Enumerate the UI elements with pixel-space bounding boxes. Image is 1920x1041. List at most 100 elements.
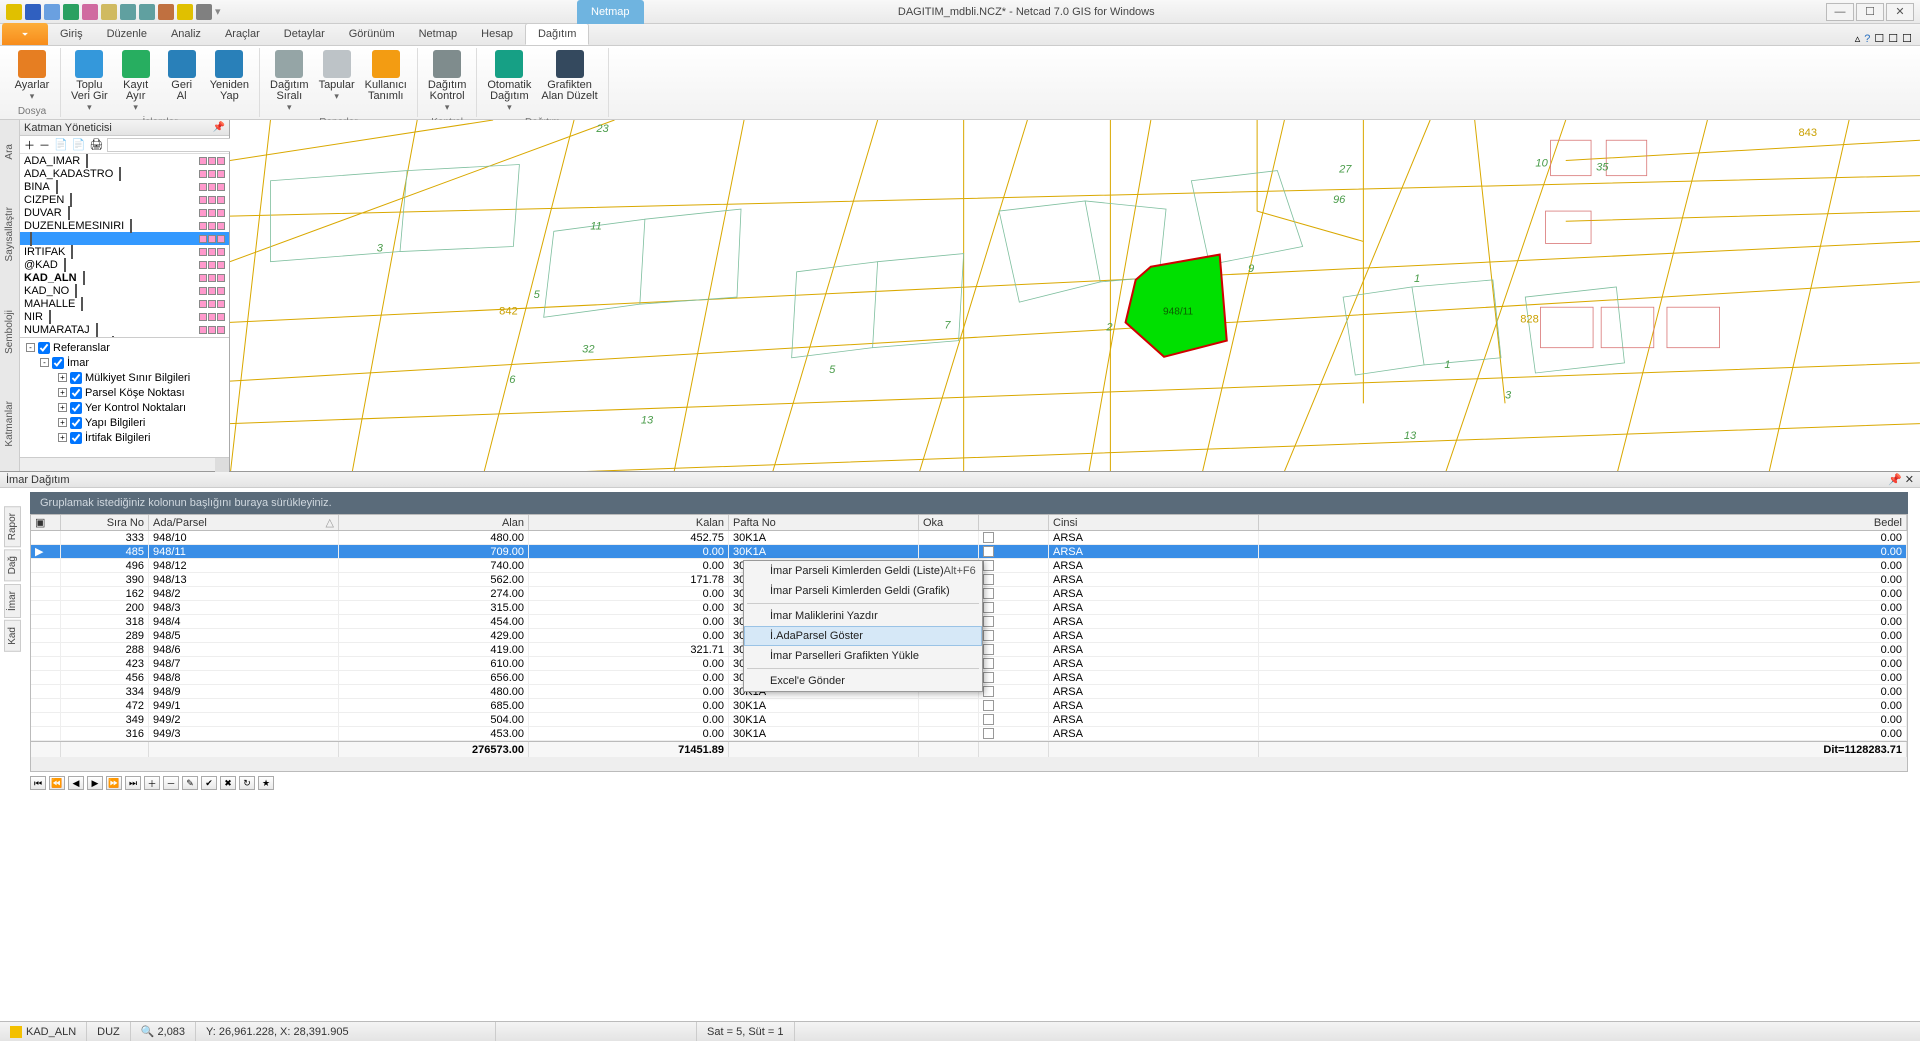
side-tab-semboloji[interactable]: Semboloji — [4, 310, 15, 354]
nav-commit-icon[interactable]: ✔ — [201, 776, 217, 790]
ribbon-tab-dağıtım[interactable]: Dağıtım — [525, 23, 590, 45]
grid-header[interactable]: ▣Sıra NoAda/Parsel △AlanKalanPafta NoOka… — [31, 515, 1907, 531]
nav-next-icon[interactable]: ▶ — [87, 776, 103, 790]
minimize-button[interactable]: — — [1826, 3, 1854, 21]
qat-run-icon[interactable] — [63, 4, 79, 20]
side-tab-kad[interactable]: Kad — [4, 620, 21, 652]
ribbon-tab-hesap[interactable]: Hesap — [469, 23, 525, 45]
qat-cross-icon[interactable] — [196, 4, 212, 20]
help-icon[interactable]: ? — [1864, 33, 1870, 45]
qat-print-icon[interactable] — [44, 4, 60, 20]
file-tab[interactable] — [2, 23, 48, 45]
tree-node-mülkiyet-sınır-bilgileri[interactable]: +Mülkiyet Sınır Bilgileri — [22, 370, 227, 385]
tree-node-i̇rtifak-bilgileri[interactable]: +İrtifak Bilgileri — [22, 430, 227, 445]
ribbon-btn-otomatik-dağıtım[interactable]: OtomatikDağıtım▾ — [483, 48, 535, 115]
maximize-button[interactable]: ☐ — [1856, 3, 1884, 21]
tree-checkbox[interactable] — [70, 372, 82, 384]
nav-cancel-icon[interactable]: ✖ — [220, 776, 236, 790]
add-layer-icon[interactable]: ＋ — [24, 137, 35, 153]
table-row[interactable]: 316949/3453.000.0030K1AARSA0.00 — [31, 727, 1907, 741]
oka-checkbox[interactable] — [983, 686, 994, 697]
rib-close-icon[interactable]: ☐ — [1902, 32, 1912, 45]
ribbon-tab-netmap[interactable]: Netmap — [407, 23, 470, 45]
panel-hscroll[interactable] — [20, 457, 229, 471]
col-header-ada/parsel[interactable]: Ada/Parsel △ — [149, 515, 339, 530]
layer-item-ada_imar[interactable]: ADA_IMAR — [20, 154, 229, 167]
qat-info-icon[interactable] — [177, 4, 193, 20]
pin-icon[interactable]: ☐ — [1888, 32, 1898, 45]
layer-toggles[interactable] — [199, 196, 225, 204]
nav-add-icon[interactable]: ＋ — [144, 776, 160, 790]
oka-checkbox[interactable] — [983, 546, 994, 557]
remove-layer-icon[interactable]: － — [39, 137, 50, 153]
layer-item-selected[interactable] — [20, 232, 229, 245]
layer-item-duzenlemesiniri[interactable]: DUZENLEMESINIRI — [20, 219, 229, 232]
side-tab-ara[interactable]: Ara — [4, 144, 15, 160]
nav-edit-icon[interactable]: ✎ — [182, 776, 198, 790]
nav-nextpage-icon[interactable]: ⏩ — [106, 776, 122, 790]
ribbon-btn-kayıt-ayır[interactable]: KayıtAyır▾ — [114, 48, 158, 115]
status-zoom[interactable]: 🔍 2,083 — [131, 1022, 196, 1041]
pin-icon[interactable]: 📌 — [213, 122, 225, 133]
layer-toggles[interactable] — [199, 222, 225, 230]
layer-item-kad_no[interactable]: KAD_NO — [20, 284, 229, 297]
ribbon-tab-detaylar[interactable]: Detaylar — [272, 23, 337, 45]
ribbon-btn-kullanıcı-tanımlı[interactable]: KullanıcıTanımlı — [361, 48, 411, 104]
table-row[interactable]: 333948/10480.00452.7530K1AARSA0.00 — [31, 531, 1907, 545]
oka-checkbox[interactable] — [983, 644, 994, 655]
layer-item-mahalle[interactable]: MAHALLE — [20, 297, 229, 310]
grid-navigator[interactable]: ⏮ ⏪ ◀ ▶ ⏩ ⏭ ＋ － ✎ ✔ ✖ ↻ ★ — [0, 774, 1920, 792]
tree-node-yapı-bilgileri[interactable]: +Yapı Bilgileri — [22, 415, 227, 430]
nav-refresh-icon[interactable]: ↻ — [239, 776, 255, 790]
ctx--mar-parseli-kimlerden-geldi--grafik-[interactable]: İmar Parseli Kimlerden Geldi (Grafik) — [744, 581, 982, 601]
status-mode[interactable]: DUZ — [87, 1022, 131, 1041]
close-button[interactable]: ✕ — [1886, 3, 1914, 21]
layer-toggles[interactable] — [199, 209, 225, 217]
tree-checkbox[interactable] — [70, 402, 82, 414]
status-active-layer[interactable]: KAD_ALN — [0, 1022, 87, 1041]
qat-save-icon[interactable] — [25, 4, 41, 20]
layer-item-bina[interactable]: BINA — [20, 180, 229, 193]
oka-checkbox[interactable] — [983, 714, 994, 725]
side-tab-sayısallaştır[interactable]: Sayısallaştır — [4, 207, 15, 261]
ribbon-btn-dağıtım-sıralı[interactable]: DağıtımSıralı▾ — [266, 48, 313, 115]
layer-db2-icon[interactable]: 📄 — [72, 138, 86, 151]
col-header-sıra-no[interactable]: Sıra No — [61, 515, 149, 530]
ribbon-btn-toplu-veri-gir[interactable]: TopluVeri Gir▾ — [67, 48, 112, 115]
ctx---adaparsel-g-ster[interactable]: İ.AdaParsel Göster — [744, 626, 982, 646]
ribbon-btn-tapular[interactable]: Tapular▾ — [315, 48, 359, 104]
col-header-kalan[interactable]: Kalan — [529, 515, 729, 530]
ctx--mar-maliklerini-yazd-r[interactable]: İmar Maliklerini Yazdır — [744, 606, 982, 626]
nav-prev-icon[interactable]: ◀ — [68, 776, 84, 790]
grid-context-menu[interactable]: İmar Parseli Kimlerden Geldi (Liste)Alt+… — [743, 560, 983, 692]
group-hint-bar[interactable]: Gruplamak istediğiniz kolonun başlığını … — [30, 492, 1908, 514]
layer-toggles[interactable] — [199, 300, 225, 308]
tree-checkbox[interactable] — [52, 357, 64, 369]
layer-print-icon[interactable]: 🖨 — [89, 138, 103, 151]
tree-node-parsel-köşe-noktası[interactable]: +Parsel Köşe Noktası — [22, 385, 227, 400]
layer-db-icon[interactable]: 📄 — [54, 138, 68, 151]
qat-list-icon[interactable] — [158, 4, 174, 20]
col-header-alan[interactable]: Alan — [339, 515, 529, 530]
ribbon-tab-analiz[interactable]: Analiz — [159, 23, 213, 45]
tree-node-referanslar[interactable]: -Referanslar — [22, 340, 227, 355]
qat-globe-icon[interactable] — [82, 4, 98, 20]
col-header-indicator[interactable] — [979, 515, 1049, 530]
ribbon-btn-yeniden-yap[interactable]: YenidenYap — [206, 48, 253, 104]
ribbon-btn-ayarlar[interactable]: Ayarlar▾ — [10, 48, 54, 104]
layer-item-kad_aln[interactable]: KAD_ALN — [20, 271, 229, 284]
col-header-bedel[interactable]: Bedel — [1259, 515, 1907, 530]
ribbon-min-icon[interactable]: ▵ — [1855, 32, 1861, 45]
col-header-cinsi[interactable]: Cinsi — [1049, 515, 1259, 530]
oka-checkbox[interactable] — [983, 616, 994, 627]
oka-checkbox[interactable] — [983, 672, 994, 683]
map-viewport[interactable]: 948/11 23 3 5 6 11 32 13 842 5 7 27 10 3… — [230, 120, 1920, 471]
layer-toggles[interactable] — [199, 261, 225, 269]
layer-item-nir[interactable]: NIR — [20, 310, 229, 323]
layer-toggles[interactable] — [199, 326, 225, 334]
table-row[interactable]: 349949/2504.000.0030K1AARSA0.00 — [31, 713, 1907, 727]
qat-tool-icon[interactable] — [101, 4, 117, 20]
oka-checkbox[interactable] — [983, 560, 994, 571]
qat-redo-icon[interactable] — [139, 4, 155, 20]
nav-first-icon[interactable]: ⏮ — [30, 776, 46, 790]
